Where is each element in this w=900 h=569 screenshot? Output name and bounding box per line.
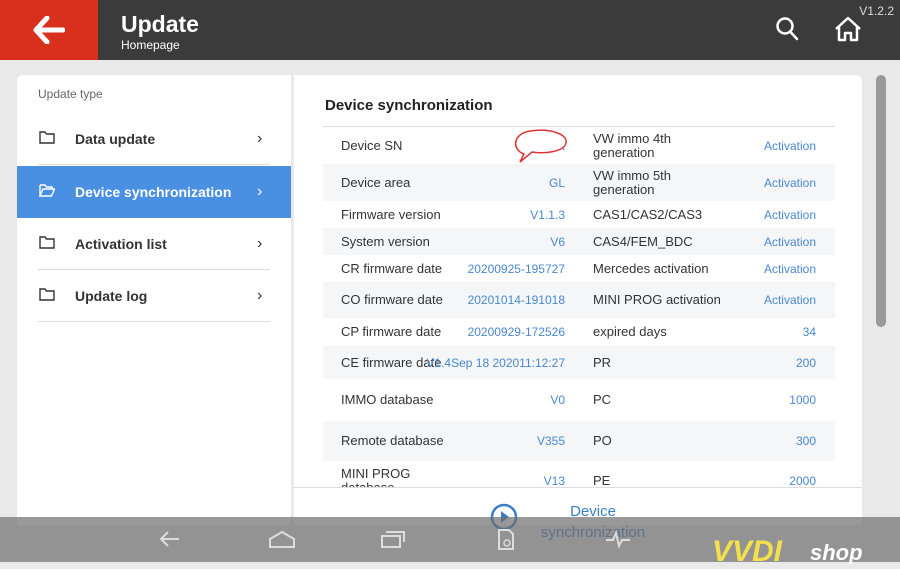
row-label: CP firmware date [341, 324, 442, 339]
row-value[interactable]: Activation [764, 176, 816, 190]
chevron-right-icon: › [257, 183, 263, 200]
row-label: Device SN [341, 137, 403, 153]
table-row: Device area GL VW immo 5th generation Activ… [323, 164, 835, 201]
row-value: V1.4Sep 18 202011:12:27 [426, 355, 565, 370]
content-panel: Device synchronization Device SNVKVW imm… [294, 75, 862, 541]
nav-back-icon[interactable] [158, 527, 182, 551]
table-row: CR firmware date 20200925-195727 Mercedes … [323, 255, 835, 282]
row-label: PR [593, 354, 612, 370]
sidebar-item-data-update[interactable]: Data update › [17, 113, 291, 165]
nav-recents-icon[interactable] [380, 527, 406, 551]
row-label: System version [341, 233, 430, 249]
sidebar-item-update-log[interactable]: Update log › [17, 270, 291, 322]
page-title: Update [121, 11, 199, 37]
sidebar-item-label: Activation list [75, 236, 167, 252]
home-icon[interactable] [834, 16, 862, 42]
table-row: IMMO database V0 PC 1000 [323, 379, 835, 421]
row-value: 20200925-195727 [467, 261, 565, 276]
table-row: Remote database V355 PO 300 [323, 421, 835, 461]
row-value: V355 [536, 434, 565, 448]
row-value: 20201014-191018 [467, 293, 565, 307]
search-icon[interactable] [775, 16, 799, 42]
table-row: CP firmware date 20200929-172526 expired d… [323, 318, 835, 346]
row-value: V13 [543, 474, 565, 487]
row-value: 1000 [789, 393, 816, 407]
screenshot-search-icon[interactable] [496, 527, 516, 553]
row-label: CR firmware date [341, 260, 443, 276]
version-label: V1.2.2 [859, 4, 894, 18]
row-label: Device area [341, 174, 411, 190]
row-label: Mercedes activation [593, 260, 709, 276]
page-subtitle: Homepage [121, 38, 180, 52]
table-row: CE firmware date V1.4Sep 18 202011:12:27 P… [323, 346, 835, 379]
table-row: MINI PROG database V13 PE 2000 [323, 461, 835, 488]
row-value: 200 [795, 355, 816, 370]
row-value: 2000 [789, 474, 816, 487]
row-value: V6 [550, 234, 565, 249]
sidebar: Update type Data update › Device synchro… [17, 75, 291, 525]
chevron-right-icon: › [257, 287, 263, 304]
row-value[interactable]: Activation [764, 262, 816, 276]
scrollbar[interactable] [876, 75, 886, 327]
folder-icon [39, 236, 55, 249]
row-label: IMMO database [341, 392, 434, 407]
row-label: Remote database [341, 433, 444, 448]
arrow-left-icon [33, 16, 65, 44]
row-value[interactable]: Activation [764, 235, 816, 249]
sidebar-item-activation-list[interactable]: Activation list › [17, 218, 291, 270]
row-label: CAS1/CAS2/CAS3 [593, 206, 703, 222]
row-label: MINI PROG database [341, 466, 411, 488]
row-label: PC [593, 392, 612, 407]
sidebar-item-label: Update log [75, 288, 148, 304]
watermark-logo: VVDI [712, 535, 783, 568]
divider [38, 321, 270, 322]
row-value: 20200929-172526 [467, 325, 565, 339]
nav-home-icon[interactable] [268, 527, 296, 551]
folder-open-icon [39, 184, 55, 197]
sidebar-item-label: Data update [75, 131, 156, 147]
divider [294, 487, 862, 488]
row-value: 34 [802, 325, 816, 339]
divider [38, 164, 270, 165]
table-row: CO firmware date 20201014-191018 MINI PROG… [323, 282, 835, 318]
row-label: VW immo 4th generation [593, 130, 672, 160]
info-table: Device SNVKVW immo 4th generationActivat… [323, 126, 835, 487]
top-bar: Update Homepage V1.2.2 [0, 0, 900, 60]
folder-icon [39, 288, 55, 301]
row-label: CO firmware date [341, 292, 443, 307]
row-value: V1.1.3 [530, 207, 565, 222]
section-title: Device synchronization [325, 97, 493, 114]
row-value[interactable]: Activation [764, 208, 816, 222]
folder-icon [39, 131, 55, 144]
row-label: VW immo 5th generation [593, 167, 672, 197]
row-value: 300 [795, 434, 816, 448]
back-button[interactable] [0, 0, 98, 60]
watermark-logo-suffix: shop [810, 540, 863, 565]
pulse-icon[interactable] [604, 527, 632, 551]
row-value[interactable]: Activation [764, 293, 816, 307]
row-label: CAS4/FEM_BDC [593, 233, 693, 249]
table-row: Device SNVKVW immo 4th generationActivat… [323, 127, 835, 164]
row-label: Firmware version [341, 206, 441, 222]
table-row: System version V6 CAS4/FEM_BDC Activation [323, 228, 835, 255]
row-label: PE [593, 473, 611, 488]
sidebar-item-label: Device synchronization [75, 184, 232, 200]
table-row: Firmware version V1.1.3 CAS1/CAS2/CAS3 Acti… [323, 201, 835, 228]
row-value[interactable]: Activation [764, 139, 816, 153]
row-label: PO [593, 433, 612, 448]
sidebar-heading: Update type [38, 87, 103, 101]
row-value: GL [548, 175, 565, 190]
row-label: MINI PROG activation [593, 292, 721, 307]
row-label: expired days [593, 324, 667, 339]
chevron-right-icon: › [257, 130, 263, 147]
redaction-bubble [515, 129, 567, 163]
chevron-right-icon: › [257, 235, 263, 252]
row-value: V0 [550, 393, 565, 407]
sidebar-item-device-synchronization[interactable]: Device synchronization › [17, 166, 291, 218]
